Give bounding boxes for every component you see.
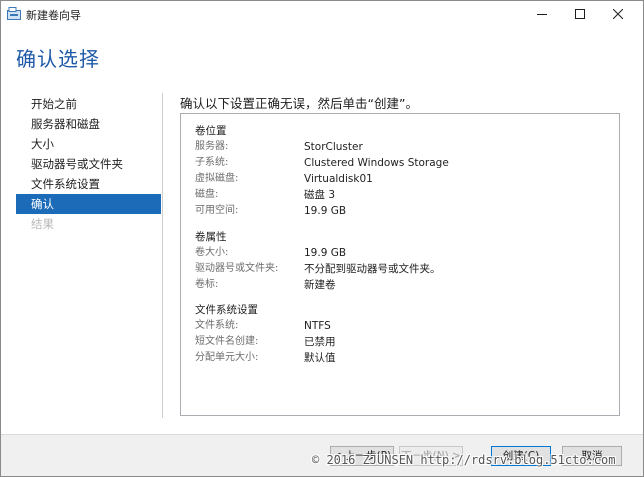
summary-row: 卷大小: 19.9 GB	[195, 245, 441, 261]
summary-row: 短文件名创建: 已禁用	[195, 334, 336, 350]
window-title: 新建卷向导	[26, 9, 81, 22]
title-bar[interactable]: 新建卷向导	[1, 1, 643, 27]
watermark: © 2016 ZJUNSEN http://rdsrv.blog.51cto.c…	[312, 453, 616, 467]
summary-key: 驱动器号或文件夹:	[195, 263, 279, 274]
summary-key: 分配单元大小:	[195, 352, 259, 363]
summary-key: 虚拟磁盘:	[195, 173, 239, 184]
page-title: 确认选择	[16, 47, 100, 71]
summary-key: 短文件名创建:	[195, 336, 259, 347]
volume-wizard-icon	[7, 7, 21, 20]
summary-key: 卷标:	[195, 279, 219, 290]
summary-row: 驱动器号或文件夹: 不分配到驱动器号或文件夹。	[195, 261, 441, 277]
summary-value: 19.9 GB	[304, 247, 347, 259]
summary-key: 磁盘:	[195, 189, 219, 200]
summary-key: 可用空间:	[195, 205, 239, 216]
summary-row: 可用空间: 19.9 GB	[195, 203, 449, 219]
summary-value: NTFS	[304, 320, 331, 332]
section-volume-location: 卷位置 服务器: StorCluster 子系统: Clustered Wind…	[195, 123, 449, 219]
nav-item-drive-letter[interactable]: 驱动器号或文件夹	[16, 154, 161, 174]
summary-key: 文件系统:	[195, 320, 239, 331]
summary-box: 卷位置 服务器: StorCluster 子系统: Clustered Wind…	[180, 113, 620, 416]
new-volume-wizard-window: 新建卷向导 确认选择 开始之前 服务器和磁盘 大小 驱动器号或文件夹 文件系统设…	[0, 0, 644, 477]
summary-row: 虚拟磁盘: Virtualdisk01	[195, 171, 449, 187]
minimize-button[interactable]	[525, 1, 559, 27]
section-heading: 卷位置	[195, 125, 227, 137]
summary-row: 服务器: StorCluster	[195, 139, 449, 155]
summary-key: 服务器:	[195, 141, 229, 152]
maximize-icon	[575, 9, 585, 19]
nav-item-confirmation[interactable]: 确认	[16, 194, 161, 214]
summary-value: Virtualdisk01	[304, 173, 373, 185]
nav-item-size[interactable]: 大小	[16, 134, 161, 154]
close-icon	[613, 9, 623, 19]
section-volume-properties: 卷属性 卷大小: 19.9 GB 驱动器号或文件夹: 不分配到驱动器号或文件夹。…	[195, 229, 441, 293]
minimize-icon	[537, 14, 547, 15]
section-file-system-settings: 文件系统设置 文件系统: NTFS 短文件名创建: 已禁用 分配单元大小: 默认…	[195, 302, 336, 366]
section-heading: 卷属性	[195, 231, 227, 243]
summary-row: 卷标: 新建卷	[195, 277, 441, 293]
section-heading: 文件系统设置	[195, 304, 258, 316]
summary-value: StorCluster	[304, 141, 363, 153]
summary-row: 磁盘: 磁盘 3	[195, 187, 449, 203]
summary-row: 子系统: Clustered Windows Storage	[195, 155, 449, 171]
close-button[interactable]	[601, 1, 635, 27]
summary-row: 分配单元大小: 默认值	[195, 350, 336, 366]
summary-value: 默认值	[304, 352, 336, 364]
nav-item-server-and-disk[interactable]: 服务器和磁盘	[16, 114, 161, 134]
summary-row: 文件系统: NTFS	[195, 318, 336, 334]
summary-value: 19.9 GB	[304, 205, 347, 217]
nav-item-before-you-begin[interactable]: 开始之前	[16, 94, 161, 114]
nav-divider	[162, 93, 163, 418]
summary-value: 磁盘 3	[304, 189, 336, 201]
summary-key: 卷大小:	[195, 247, 229, 258]
summary-key: 子系统:	[195, 157, 229, 168]
summary-value: 已禁用	[304, 336, 336, 348]
summary-value: Clustered Windows Storage	[304, 157, 449, 169]
nav-item-results: 结果	[31, 217, 54, 231]
instruction-text: 确认以下设置正确无误，然后单击“创建”。	[180, 96, 418, 111]
nav-item-file-system[interactable]: 文件系统设置	[16, 174, 161, 194]
maximize-button[interactable]	[563, 1, 597, 27]
summary-value: 新建卷	[304, 279, 336, 291]
summary-value: 不分配到驱动器号或文件夹。	[304, 263, 441, 275]
wizard-steps-nav: 开始之前 服务器和磁盘 大小 驱动器号或文件夹 文件系统设置 确认 结果	[16, 94, 161, 234]
